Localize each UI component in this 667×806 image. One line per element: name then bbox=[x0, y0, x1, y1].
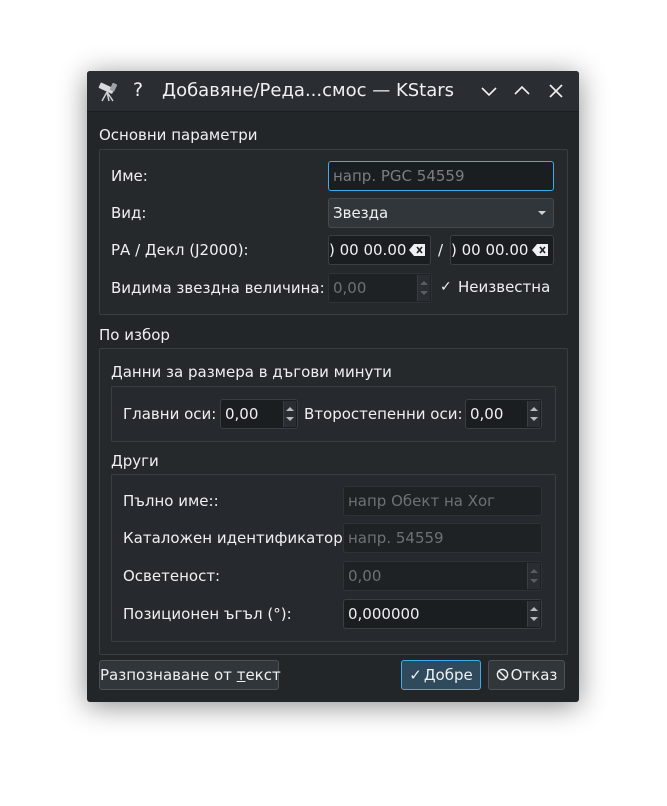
maximize-button[interactable] bbox=[512, 81, 532, 101]
cancel-icon bbox=[496, 668, 508, 681]
chevron-down-icon bbox=[481, 87, 497, 97]
flux-label: Осветеност: bbox=[123, 567, 221, 585]
magnitude-spin-arrows[interactable] bbox=[417, 275, 430, 301]
clear-ra-icon[interactable] bbox=[409, 244, 425, 256]
unknown-checkbox[interactable]: ✓ bbox=[440, 277, 452, 297]
major-axis-spinbox[interactable]: 0,00 bbox=[220, 399, 298, 429]
ra-value: ) 00 00.00 bbox=[329, 241, 407, 259]
name-label: Име: bbox=[111, 167, 148, 185]
checkmark-icon: ✓ bbox=[409, 666, 422, 684]
type-select-value: Звезда bbox=[333, 204, 389, 222]
ok-button-label: Добре bbox=[423, 666, 473, 684]
flux-spinbox[interactable]: 0,00 bbox=[343, 561, 542, 591]
catalog-id-input[interactable]: напр. 54559 bbox=[343, 523, 542, 553]
flux-spin-arrows[interactable] bbox=[527, 563, 540, 589]
minimize-button[interactable] bbox=[479, 81, 499, 101]
close-icon bbox=[549, 84, 563, 98]
parse-text-button[interactable]: Разпознаване от текст bbox=[99, 660, 281, 690]
chevron-down-icon bbox=[538, 211, 546, 215]
help-button[interactable]: ? bbox=[133, 79, 143, 101]
parse-text-label-start: Разпознаване от bbox=[100, 666, 237, 684]
magnitude-value: 0,00 bbox=[333, 279, 367, 297]
major-axis-spin-arrows[interactable] bbox=[283, 401, 296, 427]
minor-axis-value: 0,00 bbox=[470, 405, 504, 423]
magnitude-label: Видима звездна величина: bbox=[111, 279, 325, 297]
cancel-button[interactable]: Отказ bbox=[488, 660, 565, 690]
window-title: Добавяне/Реда...смос — KStars bbox=[162, 80, 455, 101]
chevron-up-icon bbox=[514, 85, 530, 95]
ra-input[interactable]: ) 00 00.00 bbox=[328, 235, 431, 265]
basic-section-header: Основни параметри bbox=[99, 126, 258, 144]
position-angle-label: Позиционен ъгъл (°): bbox=[123, 605, 292, 623]
title-bar[interactable]: ? Добавяне/Реда...смос — KStars bbox=[87, 71, 579, 112]
cancel-button-label: Отказ bbox=[510, 666, 558, 684]
major-axis-label: Главни оси: bbox=[123, 405, 217, 423]
size-section-header: Данни за размера в дъгови минути bbox=[111, 363, 392, 381]
fullname-label: Пълно име:: bbox=[123, 492, 219, 510]
optional-section-header: По избор bbox=[99, 326, 170, 344]
close-button[interactable] bbox=[546, 81, 566, 101]
position-angle-value: 0,000000 bbox=[348, 605, 420, 623]
minor-axis-spinbox[interactable]: 0,00 bbox=[465, 399, 542, 429]
flux-value: 0,00 bbox=[348, 567, 382, 585]
clear-dec-icon[interactable] bbox=[532, 244, 548, 256]
radec-label: РА / Декл (J2000): bbox=[111, 241, 249, 259]
telescope-icon bbox=[98, 82, 118, 102]
type-select[interactable]: Звезда bbox=[328, 198, 554, 228]
other-section-header: Други bbox=[111, 452, 159, 470]
ok-button[interactable]: ✓ Добре bbox=[401, 660, 481, 690]
catalog-id-label: Каталожен идентификатор: bbox=[123, 529, 348, 547]
type-label: Вид: bbox=[111, 204, 147, 222]
major-axis-value: 0,00 bbox=[225, 405, 259, 423]
magnitude-spinbox[interactable]: 0,00 bbox=[328, 273, 432, 303]
parse-text-label-end: екст bbox=[245, 666, 281, 684]
dec-input[interactable]: ) 00 00.00 bbox=[450, 235, 554, 265]
dec-value: ) 00 00.00 bbox=[451, 241, 529, 259]
minor-axis-label: Второстепенни оси: bbox=[304, 405, 463, 423]
dialog-window: ? Добавяне/Реда...смос — KStars Основни … bbox=[87, 71, 579, 702]
minor-axis-spin-arrows[interactable] bbox=[527, 401, 540, 427]
name-input[interactable]: напр. PGC 54559 bbox=[328, 161, 554, 191]
fullname-input[interactable]: напр Обект на Хог bbox=[343, 486, 542, 516]
position-angle-spinbox[interactable]: 0,000000 bbox=[343, 599, 542, 629]
unknown-label[interactable]: Неизвестна bbox=[458, 277, 550, 297]
radec-separator: / bbox=[438, 241, 444, 259]
position-angle-spin-arrows[interactable] bbox=[527, 601, 540, 627]
